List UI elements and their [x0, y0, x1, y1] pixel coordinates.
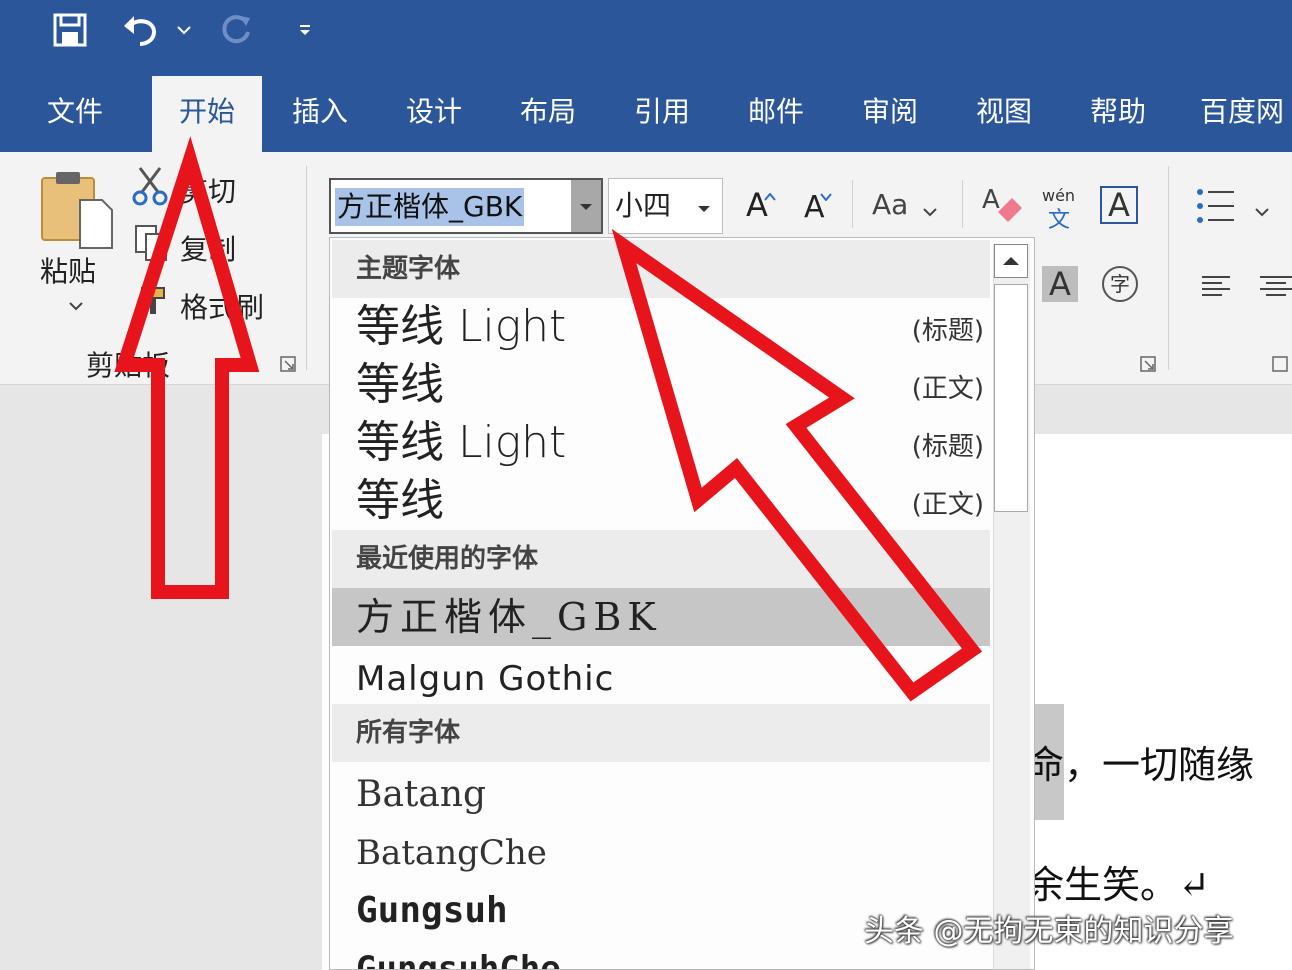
bullets-icon[interactable] — [1196, 188, 1236, 228]
enclose-characters-button[interactable]: 字 — [1102, 266, 1138, 302]
font-option[interactable]: BatangChe — [332, 824, 990, 882]
format-painter-icon[interactable] — [140, 286, 168, 320]
copy-icon[interactable] — [134, 224, 168, 266]
font-option-selected[interactable]: 方正楷体_GBK — [332, 588, 990, 646]
tab-insert[interactable]: 插入 — [268, 76, 372, 152]
customize-qat-icon[interactable] — [294, 10, 316, 50]
grow-caret-icon — [764, 186, 776, 205]
phonetic-guide-button[interactable]: 文 — [1048, 202, 1070, 234]
undo-dropdown-icon[interactable] — [172, 10, 196, 50]
section-header-all-fonts: 所有字体 — [332, 704, 990, 762]
scroll-thumb[interactable] — [994, 284, 1028, 512]
clipboard-launcher-icon[interactable] — [280, 356, 296, 376]
ribbon-separator — [852, 180, 853, 228]
paragraph-launcher-icon[interactable] — [1272, 356, 1288, 376]
clipboard-group-label: 剪贴板 — [86, 349, 171, 382]
font-name-dropdown-button[interactable] — [571, 180, 601, 232]
font-size-combo[interactable]: 小四 — [608, 178, 723, 234]
svg-text:A: A — [982, 185, 1000, 215]
dropdown-scrollbar[interactable] — [993, 244, 1030, 969]
align-left-icon[interactable] — [1202, 276, 1230, 300]
font-launcher-icon[interactable] — [1140, 356, 1156, 376]
font-option[interactable]: Batang — [332, 766, 990, 824]
cut-icon[interactable] — [132, 166, 168, 210]
save-icon[interactable] — [50, 10, 90, 50]
tab-layout[interactable]: 布局 — [496, 76, 600, 152]
redo-icon[interactable] — [216, 10, 256, 50]
font-name-input[interactable]: 方正楷体_GBK — [335, 188, 525, 226]
section-header-recent-fonts: 最近使用的字体 — [332, 530, 990, 588]
character-shading-button[interactable]: A — [1042, 266, 1078, 302]
change-case-dropdown-icon[interactable] — [922, 202, 938, 221]
font-size-input[interactable]: 小四 — [615, 187, 671, 225]
align-center-icon[interactable] — [1260, 276, 1292, 300]
copy-button[interactable]: 复制 — [180, 228, 236, 268]
paste-icon[interactable] — [40, 170, 114, 254]
ribbon-separator — [1168, 166, 1169, 370]
ribbon-separator — [306, 166, 307, 370]
character-border-button[interactable]: A — [1100, 186, 1138, 224]
undo-icon[interactable] — [118, 10, 162, 50]
tab-design[interactable]: 设计 — [382, 76, 486, 152]
tab-review[interactable]: 审阅 — [838, 76, 942, 152]
tab-view[interactable]: 视图 — [952, 76, 1056, 152]
tab-mailings[interactable]: 邮件 — [724, 76, 828, 152]
tab-baidu[interactable]: 百度网 — [1182, 76, 1292, 152]
paste-button[interactable]: 粘贴 — [40, 250, 96, 290]
font-option[interactable]: 等线 Light (标题) — [332, 414, 990, 472]
font-option[interactable]: Malgun Gothic — [332, 650, 990, 708]
tab-references[interactable]: 引用 — [610, 76, 714, 152]
tab-home[interactable]: 开始 — [152, 76, 262, 152]
ribbon-tabs: 文件 开始 插入 设计 布局 引用 邮件 审阅 视图 帮助 百度网 — [0, 76, 1292, 152]
font-name-combo[interactable]: 方正楷体_GBK — [329, 178, 603, 234]
clear-formatting-icon[interactable]: A — [980, 182, 1024, 230]
font-size-dropdown-icon[interactable] — [697, 199, 711, 218]
title-bar — [0, 0, 1292, 76]
bullets-dropdown-icon[interactable] — [1254, 202, 1270, 221]
paste-dropdown-icon[interactable] — [68, 296, 84, 315]
font-option[interactable]: 等线 Light (标题) — [332, 298, 990, 356]
tab-file[interactable]: 文件 — [22, 76, 128, 152]
watermark: 头条 @无拘无束的知识分享 — [864, 914, 1234, 949]
document-line-2[interactable]: 余生笑。↵ — [1026, 854, 1210, 909]
font-option[interactable]: 等线 (正文) — [332, 472, 990, 530]
tab-help[interactable]: 帮助 — [1066, 76, 1170, 152]
cut-button[interactable]: 剪切 — [180, 170, 236, 210]
shrink-caret-icon — [820, 186, 832, 205]
ribbon-separator — [962, 180, 963, 228]
font-dropdown-list: 主题字体 等线 Light (标题) 等线 (正文) 等线 Light (标题)… — [329, 237, 1035, 970]
format-painter-button[interactable]: 格式刷 — [180, 286, 264, 326]
change-case-button[interactable]: Aa — [872, 188, 908, 221]
section-header-theme-fonts: 主题字体 — [332, 240, 990, 298]
scroll-up-button[interactable] — [994, 244, 1028, 278]
font-option[interactable]: 等线 (正文) — [332, 356, 990, 414]
document-line-1[interactable]: 命，一切随缘 — [1026, 734, 1254, 789]
